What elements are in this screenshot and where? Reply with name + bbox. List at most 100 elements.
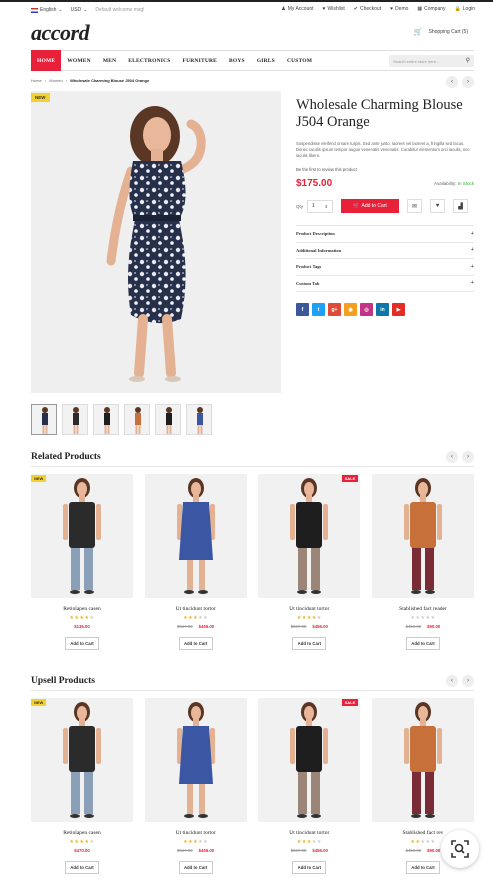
nav-item-furniture[interactable]: FURNITURE xyxy=(177,50,224,71)
product-image[interactable]: NEW xyxy=(31,474,133,598)
product-card[interactable]: SALE Ut tincidunt tortor ★★★★★ $567.00 $456.… xyxy=(258,474,361,650)
accordion-item[interactable]: Product Tags + xyxy=(296,259,474,276)
add-to-cart-button[interactable]: Add to Cart xyxy=(65,861,99,874)
breadcrumb-current: Wholesale Charming Blouse J504 Orange xyxy=(70,78,150,83)
top-link[interactable]: ♟ My Account xyxy=(281,6,313,12)
product-name[interactable]: Retinlapen casen xyxy=(31,830,133,836)
search-icon[interactable]: ⚲ xyxy=(466,57,470,64)
google-plus-icon[interactable]: g+ xyxy=(328,303,341,316)
sale-badge: SALE xyxy=(341,699,359,706)
product-name[interactable]: Stablished fact reader xyxy=(372,606,474,612)
product-name[interactable]: Ut tincidunt tortor xyxy=(145,606,247,612)
linkedin-icon[interactable]: in xyxy=(376,303,389,316)
product-description: Suspendisse eleifend ornare turpis. Sed … xyxy=(296,141,470,158)
product-image[interactable] xyxy=(144,698,247,822)
plus-icon[interactable]: + xyxy=(471,231,474,237)
product-image[interactable]: SALE xyxy=(258,698,361,822)
twitter-icon[interactable]: t xyxy=(312,303,325,316)
nav-item-home[interactable]: HOME xyxy=(31,50,62,71)
accordion-item[interactable]: Product Description + xyxy=(296,226,474,243)
next-icon[interactable]: › xyxy=(462,451,474,463)
product-name[interactable]: Ut tincidunt tortor xyxy=(145,830,247,836)
add-to-cart-button[interactable]: Add to Cart xyxy=(178,637,213,650)
previous-icon[interactable]: ‹ xyxy=(446,451,458,463)
site-logo[interactable]: accord xyxy=(31,20,90,46)
accordion-item[interactable]: Additional Information + xyxy=(296,243,474,259)
breadcrumb-item[interactable]: Women xyxy=(49,78,63,83)
product-image[interactable] xyxy=(371,474,474,598)
previous-product-icon[interactable]: ‹ xyxy=(446,76,458,88)
review-link[interactable]: Be the first to review this product xyxy=(296,167,474,172)
nav-item-women[interactable]: WOMEN xyxy=(61,50,97,71)
add-to-cart-button[interactable]: Add to Cart xyxy=(292,637,327,650)
plus-icon[interactable]: + xyxy=(471,280,474,286)
search-input[interactable]: Search entire store here... xyxy=(393,59,439,64)
related-pager: ‹ › xyxy=(446,451,474,463)
product-card[interactable]: NEW Retinlapen casen ★★★★★ $470.00 Add to Ca… xyxy=(31,698,133,874)
product-main-image[interactable]: NEW xyxy=(31,91,281,393)
price: $456.00 xyxy=(198,848,215,853)
accordion-item[interactable]: Custom Tab + xyxy=(296,276,474,292)
product-card[interactable]: SALE Ut tincidunt tortor ★★★★★ $567.00 $456.… xyxy=(258,698,361,874)
language-selector[interactable]: English ⌄ xyxy=(31,7,63,13)
instagram-icon[interactable]: ◎ xyxy=(360,303,373,316)
next-product-icon[interactable]: › xyxy=(462,76,474,88)
visual-search-button[interactable] xyxy=(441,830,479,868)
product-thumbnail[interactable] xyxy=(155,404,181,435)
product-name[interactable]: Retinlapen casen xyxy=(31,606,133,612)
nav-item-custom[interactable]: CUSTOM xyxy=(281,50,318,71)
product-thumbnail[interactable] xyxy=(124,404,150,435)
top-link[interactable]: ♥ Demo xyxy=(390,6,408,12)
previous-icon[interactable]: ‹ xyxy=(446,675,458,687)
quantity-stepper[interactable]: 1 ⇕ xyxy=(307,199,334,213)
nav-item-girls[interactable]: GIRLS xyxy=(251,50,281,71)
email-button[interactable]: ✉ xyxy=(407,199,423,213)
add-to-cart-button[interactable]: Add to Cart xyxy=(292,861,327,874)
product-image[interactable]: SALE xyxy=(258,474,361,598)
section-divider xyxy=(31,466,474,467)
currency-selector[interactable]: USD ⌄ xyxy=(71,7,88,13)
shopping-cart-link[interactable]: 🛒 Shopping Cart (5) xyxy=(414,28,468,36)
rss-icon[interactable]: ◉ xyxy=(344,303,357,316)
plus-icon[interactable]: + xyxy=(471,247,474,253)
top-link[interactable]: ▦ Company xyxy=(417,6,445,12)
add-to-cart-button[interactable]: Add to Cart xyxy=(405,637,440,650)
product-card[interactable]: NEW Retinlapen casen ★★★★★ $135.00 Add to Ca… xyxy=(31,474,133,650)
top-link[interactable]: 🔒 Login xyxy=(455,6,475,12)
next-icon[interactable]: › xyxy=(462,675,474,687)
add-to-cart-button[interactable]: Add to Cart xyxy=(65,637,99,650)
youtube-icon[interactable]: ▶ xyxy=(392,303,405,316)
qty-value: 1 xyxy=(312,203,315,209)
product-image[interactable] xyxy=(371,698,474,822)
nav-item-men[interactable]: MEN xyxy=(97,50,122,71)
top-link[interactable]: ♥ Wishlist xyxy=(323,6,345,12)
add-to-cart-button[interactable]: 🛒 Add to Cart xyxy=(341,199,400,213)
product-card[interactable]: Ut tincidunt tortor ★★★★★ $567.00 $456.00 Ad… xyxy=(144,474,247,650)
top-link[interactable]: ✔ Checkout xyxy=(354,6,381,12)
product-thumbnail[interactable] xyxy=(93,404,119,435)
product-card[interactable]: Ut tincidunt tortor ★★★★★ $567.00 $456.00 Ad… xyxy=(144,698,247,874)
stepper-arrows-icon[interactable]: ⇕ xyxy=(325,204,328,209)
search-box[interactable]: Search entire store here... ⚲ xyxy=(389,55,474,67)
cart-icon: 🛒 xyxy=(353,203,360,209)
product-thumbnail[interactable] xyxy=(62,404,88,435)
product-name[interactable]: Ut tincidunt tortor xyxy=(258,606,360,612)
compare-button[interactable]: ▟ xyxy=(453,199,469,213)
product-title: Wholesale Charming Blouse J504 Orange xyxy=(296,97,463,130)
product-card[interactable]: Stablished fact reader ★★★★★ $450.00 $90.00… xyxy=(371,474,474,650)
product-name[interactable]: Ut tincidunt tortor xyxy=(258,830,360,836)
add-to-cart-button[interactable]: Add to Cart xyxy=(405,861,440,874)
product-thumbnail[interactable] xyxy=(31,404,57,435)
plus-icon[interactable]: + xyxy=(471,264,474,270)
nav-item-electronics[interactable]: ELECTRONICS xyxy=(122,50,176,71)
model-image xyxy=(106,106,206,382)
product-image[interactable]: NEW xyxy=(31,698,133,822)
nav-item-boys[interactable]: BOYS xyxy=(223,50,251,71)
wishlist-button[interactable]: ♥ xyxy=(430,199,446,213)
lock-icon: 🔒 xyxy=(454,6,461,12)
add-to-cart-button[interactable]: Add to Cart xyxy=(178,861,213,874)
facebook-icon[interactable]: f xyxy=(296,303,309,316)
product-image[interactable] xyxy=(144,474,247,598)
product-thumbnail[interactable] xyxy=(186,404,212,435)
breadcrumb-item[interactable]: Home xyxy=(31,78,42,83)
